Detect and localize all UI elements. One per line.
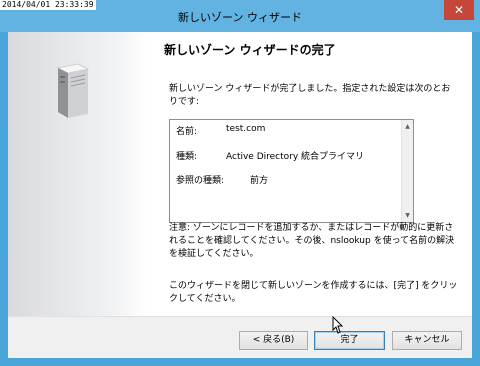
side-panel xyxy=(8,32,148,316)
note-text: 注意: ゾーンにレコードを追加するか、またはレコードが動的に更新されることを確認… xyxy=(169,223,455,259)
cancel-button[interactable]: キャンセル xyxy=(392,331,462,350)
closing-text: このウィザードを閉じて新しいゾーンを作成するには、[完了] をクリックしてくださ… xyxy=(169,281,458,304)
summary-value: Active Directory 統合プライマリ xyxy=(226,152,365,162)
summary-label: 名前: xyxy=(176,127,198,137)
summary-row-type: 種類: Active Directory 統合プライマリ xyxy=(176,149,364,162)
wizard-window: 新しいゾーン ウィザード ✕ 2014/04/01 23:33:39 新しいゾー… xyxy=(0,0,480,366)
intro-text: 新しいゾーン ウィザードが完了しました。指定された設定は次のとおりです: xyxy=(169,84,451,107)
close-button[interactable]: ✕ xyxy=(444,0,474,20)
window-title: 新しいゾーン ウィザード xyxy=(178,11,302,24)
button-bar: < 戻る(B) 完了 キャンセル xyxy=(8,316,472,358)
summary-label: 種類: xyxy=(176,152,198,162)
finish-button[interactable]: 完了 xyxy=(314,331,385,350)
summary-value: 前方 xyxy=(250,176,269,186)
summary-row-lookup-type: 参照の種類: 前方 xyxy=(176,173,268,186)
server-icon xyxy=(57,63,89,118)
timestamp-overlay: 2014/04/01 23:33:39 xyxy=(0,0,96,10)
summary-label: 参照の種類: xyxy=(176,176,225,186)
close-icon: ✕ xyxy=(453,3,465,17)
back-button[interactable]: < 戻る(B) xyxy=(239,331,308,350)
wizard-heading: 新しいゾーン ウィザードの完了 xyxy=(164,43,336,57)
wizard-client-area: 新しいゾーン ウィザードの完了 新しいゾーン ウィザードが完了しました。指定され… xyxy=(8,32,472,358)
scroll-down-arrow-icon[interactable]: ▼ xyxy=(402,210,413,221)
summary-value: test.com xyxy=(226,124,266,134)
summary-scrollbar[interactable]: ▲ ▼ xyxy=(401,120,413,222)
settings-summary-box[interactable]: 名前: test.com 種類: Active Directory 統合プライマ… xyxy=(169,119,414,223)
scroll-up-arrow-icon[interactable]: ▲ xyxy=(402,121,413,132)
summary-row-name: 名前: test.com xyxy=(176,124,265,137)
mouse-cursor-icon xyxy=(332,316,344,334)
